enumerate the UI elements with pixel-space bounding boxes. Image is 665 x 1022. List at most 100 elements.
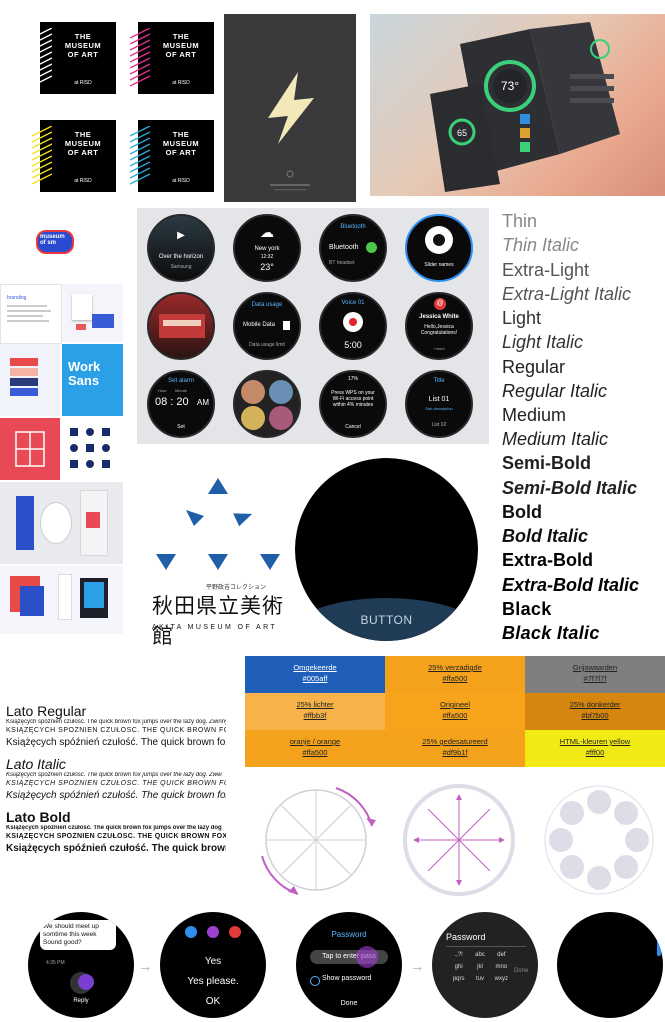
- watch-wps: 17% Press WPS on your Wi-Fi access point…: [319, 370, 387, 438]
- phone-mockups: 73° 65: [370, 14, 665, 196]
- lato-regular-caps: KSIĄŻĘCYCH SPÓŹNIEŃ CZUŁOŚĆ. THE QUICK B…: [6, 727, 226, 734]
- lato-regular-small: Książęcych spóźnień czułość. The quick b…: [6, 719, 226, 725]
- watch-data-usage: Data usage Mobile Data Data usage limit: [233, 292, 301, 360]
- triangles-logo-icon: [156, 478, 280, 570]
- watch-alarm: Set alarm Hour Minute 08 : 20 AM Set: [147, 370, 215, 438]
- swatch-cell: HTML-kleuren yellow #fff00: [525, 730, 665, 767]
- lato-bold-small: Książęcych spóźnień czułość. The quick b…: [6, 825, 222, 831]
- watch-slider: Slider names: [405, 214, 473, 282]
- swatch-cell: oranje / orange #ffa500: [245, 730, 385, 767]
- keyboard-done[interactable]: Done: [514, 968, 528, 974]
- lightning-poster: [224, 14, 356, 202]
- stripes-icon: [130, 28, 150, 87]
- reply-option[interactable]: OK: [160, 996, 266, 1007]
- scroll-indicator: [657, 930, 661, 956]
- museum-logo-blue: THE MUSEUM OF ART at RISD: [130, 120, 214, 192]
- weight-extra-bold: Extra-Bold: [502, 550, 594, 570]
- stripes-icon: [32, 126, 52, 185]
- big-watch: BUTTON: [295, 458, 478, 641]
- checkbox-icon[interactable]: [310, 976, 320, 986]
- brand-collage: branding Work Sans: [0, 284, 123, 634]
- weight-medium-italic: Medium Italic: [502, 429, 609, 449]
- lato-italic-small: Książęcych spóźnień czułość. The quick b…: [6, 772, 222, 778]
- weight-extra-light: Extra-Light: [502, 260, 590, 280]
- cancel-button[interactable]: Cancel: [321, 424, 385, 430]
- rotate-wheel: [261, 787, 376, 895]
- icon-set-icon: [70, 428, 110, 468]
- reply-button[interactable]: Reply: [28, 998, 134, 1004]
- weight-extra-light-italic: Extra-Light Italic: [502, 284, 632, 304]
- swatch-cell: 25% lichter #ffbb3f: [245, 693, 385, 730]
- stripes-icon: [130, 126, 150, 185]
- weight-bold-italic: Bold Italic: [502, 526, 589, 546]
- weight-extra-bold-italic: Extra-Bold Italic: [502, 575, 640, 595]
- arrows-wheel: [403, 784, 515, 896]
- svg-text:65: 65: [457, 128, 467, 138]
- record-button[interactable]: [349, 318, 357, 326]
- watch-list: Title List 01 Sub description List 02: [405, 370, 473, 438]
- museum-logo-pink: THE MUSEUM OF ART at RISD: [130, 22, 214, 94]
- cloud-icon: ☁: [260, 224, 274, 240]
- weight-semi-bold-italic: Semi-Bold Italic: [502, 478, 638, 498]
- set-alarm-button[interactable]: Set: [149, 424, 213, 430]
- stripes-icon: [32, 28, 52, 87]
- play-icon: ▶: [177, 230, 185, 241]
- akita-museum-logo: 平野政吉コレクション 秋田県立美術館 AKITA MUSEUM OF ART: [150, 470, 290, 648]
- bluetooth-toggle[interactable]: [366, 242, 377, 253]
- work-sans-panel: Work Sans: [62, 344, 123, 416]
- watch-password: Password Tap to enter pass Show password…: [296, 912, 402, 1018]
- swatch-cell: 25% gedesatureerd #df9b1f: [385, 730, 525, 767]
- icons-panel: [62, 418, 123, 480]
- dots-wheel: [544, 785, 654, 895]
- phones-illustration-icon: 73° 65: [430, 22, 620, 192]
- lato-bold-large: Książęcych spóźnień czułość. The quick b…: [6, 843, 226, 854]
- akita-en: AKITA MUSEUM OF ART: [152, 624, 278, 631]
- weight-black: Black: [502, 599, 552, 619]
- list-item[interactable]: List 02: [407, 422, 471, 428]
- watch-message: We should meet up somtime this week Soun…: [28, 912, 134, 1018]
- color-stripes: [0, 344, 60, 416]
- reply-option[interactable]: Yes: [160, 956, 266, 967]
- reply-option[interactable]: Yes please.: [160, 976, 266, 987]
- keypad[interactable]: .,?! abc def ghi jkl mno pqrs tuv wxyz: [448, 952, 512, 982]
- message-bubble: We should meet up somtime this week Soun…: [40, 920, 116, 950]
- lato-bold-heading: Lato Bold: [6, 809, 71, 825]
- keyboard-icon[interactable]: [229, 926, 241, 938]
- watch-photos: [233, 370, 301, 438]
- color-swatch-table: Omgekeerde #005aff 25% verzadigde #ffa500 …: [245, 656, 665, 767]
- done-button[interactable]: Done: [296, 1000, 402, 1007]
- museum-logo-yellow: THE MUSEUM OF ART at RISD: [32, 120, 116, 192]
- at-icon: @: [434, 298, 446, 310]
- museum-logo-white: THE MUSEUM OF ART at RISD: [32, 22, 116, 94]
- lato-bold-caps: KSIĄŻĘCYCH SPÓŹNIEŃ CZUŁOŚĆ. THE QUICK B…: [6, 833, 226, 840]
- watch-bluetooth: Bluetooth Bluetooth BT headset: [319, 214, 387, 282]
- arrow-right-icon: →: [410, 958, 424, 974]
- watch-music: ▶ Over the horizon Samsung: [147, 214, 215, 282]
- swatch-cell: Origineel #ffa500: [385, 693, 525, 730]
- lato-italic-caps: KSIĄŻĘCYCH SPÓŹNIEŃ CZUŁOŚĆ. THE QUICK B…: [6, 780, 226, 787]
- swatch-cell: 25% verzadigde #ffa500: [385, 656, 525, 693]
- list-item[interactable]: List 01: [407, 396, 471, 403]
- watch-voice: Voice 01 5:00: [319, 292, 387, 360]
- museum-of-small-logo: museum of sm: [34, 228, 76, 258]
- museum-of-small-line2: of sm: [40, 240, 57, 246]
- password-field[interactable]: Password: [446, 932, 486, 942]
- signage-photo: [0, 482, 123, 564]
- stationery-page: [62, 284, 123, 342]
- circle-diagrams-icon: [261, 784, 654, 896]
- branding-page: branding: [0, 284, 62, 344]
- weight-medium: Medium: [502, 405, 567, 425]
- watch-blank: [557, 912, 663, 1018]
- lightning-bolt-icon: [268, 72, 314, 191]
- watch-reply-options: Yes Yes please. OK: [160, 912, 266, 1018]
- touch-indicator: [356, 946, 378, 968]
- swatch-cell: Omgekeerde #005aff: [245, 656, 385, 693]
- grid-panel: [0, 418, 60, 480]
- mic-icon[interactable]: [185, 926, 197, 938]
- emoji-icon[interactable]: [207, 926, 219, 938]
- reply-icon[interactable]: [70, 972, 94, 994]
- watch-weather: ☁ New york 12:32 23°: [233, 214, 301, 282]
- watch-photo-bus: [147, 292, 215, 360]
- watch-button[interactable]: BUTTON: [295, 613, 478, 627]
- arrow-right-icon: →: [138, 958, 152, 974]
